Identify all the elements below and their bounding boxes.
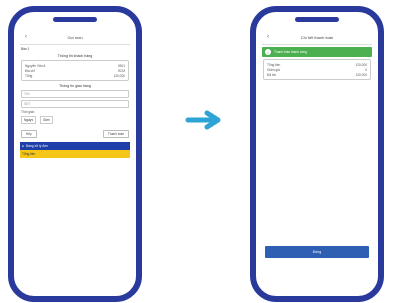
phone-frame-left: ‹ Gọi món Bàn 1 Thông tin khách hàng Ngu… bbox=[8, 6, 142, 302]
page-title: Gọi món bbox=[67, 34, 83, 40]
row-value: 0 bbox=[365, 67, 367, 72]
time-label: Thời gian bbox=[21, 110, 35, 114]
processing-bar: ● Đang xử lý đơn bbox=[20, 142, 130, 150]
phone-input[interactable]: SĐT bbox=[21, 100, 129, 108]
back-icon[interactable]: ‹ bbox=[20, 34, 32, 40]
cancel-button[interactable]: Hủy bbox=[21, 130, 37, 138]
row-label: Đã trả bbox=[267, 72, 276, 77]
row-value: 120.000 bbox=[355, 62, 367, 67]
close-button[interactable]: Đóng bbox=[265, 246, 369, 258]
payment-card: Tổng tiền 120.000 Giảm giá 0 Đã trả 120.… bbox=[263, 59, 371, 80]
processing-text: Đang xử lý đơn bbox=[25, 144, 48, 148]
customer-row: Tổng 120.000 bbox=[25, 73, 125, 78]
row-label: Giảm giá bbox=[267, 67, 280, 72]
name-input[interactable]: Tên bbox=[21, 90, 129, 98]
app-bar: ‹ Gọi món bbox=[20, 30, 130, 45]
row-label: Tổng bbox=[25, 73, 33, 78]
table-tag: Bàn 1 bbox=[21, 47, 30, 51]
delivery-section-title: Thông tin giao hàng bbox=[59, 84, 91, 88]
customer-section-title: Thông tin khách hàng bbox=[57, 54, 93, 58]
screen-payment: ‹ Chi tiết thanh toán ✓ Thanh toán thành… bbox=[262, 30, 372, 288]
payment-row: Đã trả 120.000 bbox=[267, 72, 367, 77]
check-icon: ✓ bbox=[265, 49, 271, 55]
row-value: 0901 bbox=[117, 63, 125, 68]
success-text: Thanh toán thành công bbox=[274, 50, 307, 54]
phone-frame-right: ‹ Chi tiết thanh toán ✓ Thanh toán thành… bbox=[250, 6, 384, 302]
chevron-down-icon: ▾ bbox=[31, 118, 34, 122]
row-value: 120.000 bbox=[113, 73, 125, 78]
total-bar: Tổng tiền bbox=[20, 150, 130, 158]
info-icon: ● bbox=[22, 144, 24, 148]
page-title: Chi tiết thanh toán bbox=[300, 34, 334, 40]
row-label: Nguyễn Văn A bbox=[25, 63, 46, 68]
row-value: HCM bbox=[117, 68, 125, 73]
date-select[interactable]: Ngày ▾ bbox=[21, 116, 37, 124]
back-icon[interactable]: ‹ bbox=[262, 34, 274, 40]
phone-notch bbox=[295, 17, 339, 22]
time-select[interactable]: Giờ ▾ bbox=[39, 116, 53, 124]
screen-order: ‹ Gọi món Bàn 1 Thông tin khách hàng Ngu… bbox=[20, 30, 130, 288]
row-value: 120.000 bbox=[355, 72, 367, 77]
arrow-right-icon bbox=[185, 110, 221, 130]
row-label: Địa chỉ bbox=[25, 68, 35, 73]
total-text: Tổng tiền bbox=[22, 152, 36, 156]
checkout-button[interactable]: Thanh toán bbox=[102, 130, 129, 138]
customer-card: Nguyễn Văn A 0901 Địa chỉ HCM Tổng 120.0… bbox=[21, 60, 129, 81]
date-select-value: Ngày bbox=[24, 118, 32, 122]
chevron-down-icon: ▾ bbox=[48, 118, 50, 122]
success-banner: ✓ Thanh toán thành công bbox=[262, 47, 372, 57]
phone-notch bbox=[53, 17, 97, 22]
app-bar: ‹ Chi tiết thanh toán bbox=[262, 30, 372, 45]
row-label: Tổng tiền bbox=[267, 62, 281, 67]
